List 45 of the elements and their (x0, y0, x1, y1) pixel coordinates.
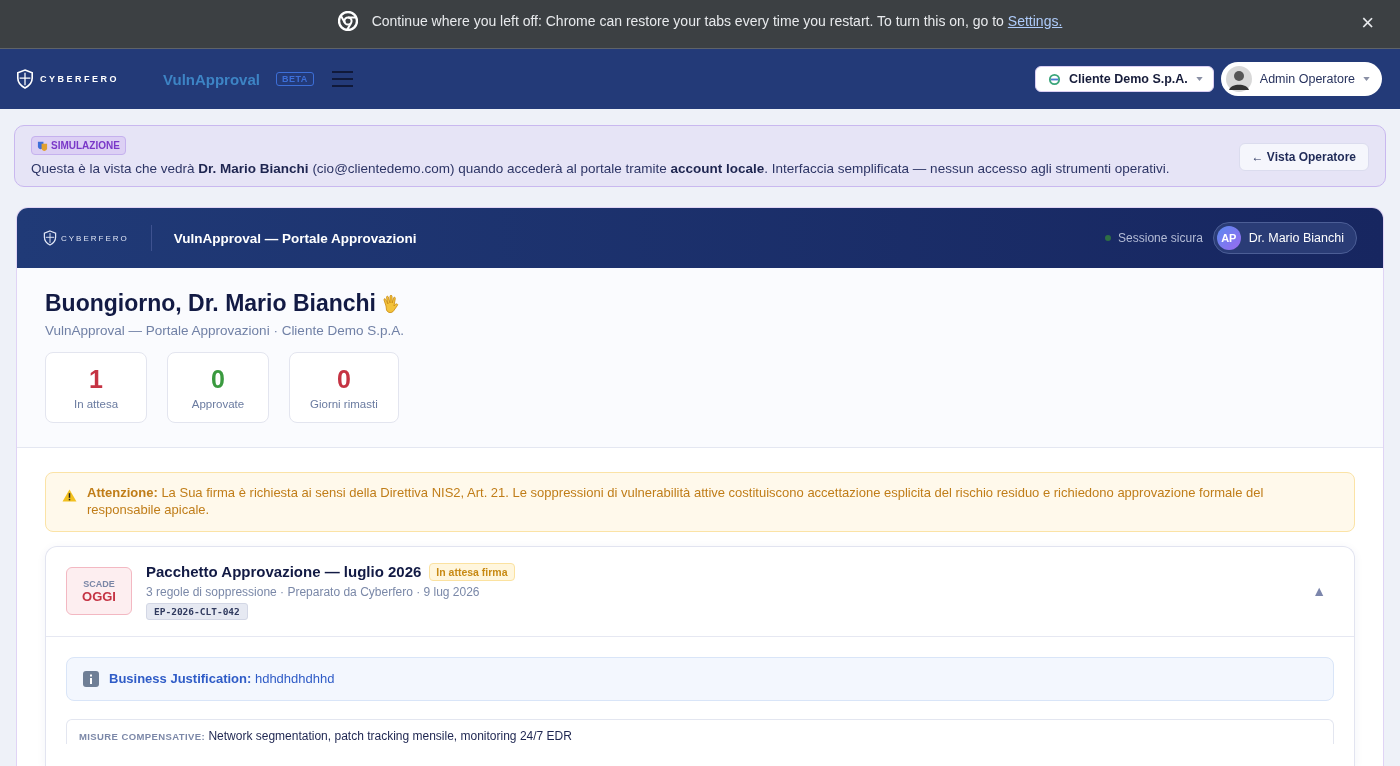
package-code: EP-2026-CLT-042 (146, 602, 248, 620)
deadline-value: OGGI (82, 588, 116, 604)
warning-icon (62, 489, 77, 502)
menu-icon[interactable] (329, 69, 355, 89)
brand-name: CYBERFERO (40, 74, 119, 84)
stat-value: 1 (89, 365, 103, 394)
measures-text: MISURE COMPENSATIVE: Network segmentation, patch tracking mensile, monitoring 24/7 EDR (79, 728, 572, 743)
app-name: VulnApproval (163, 70, 260, 88)
greeting: Buongiorno, Dr. Mario Bianchi (45, 290, 376, 317)
caret-icon (1363, 77, 1370, 81)
brand-name: CYBERFERO (61, 233, 129, 243)
status-dot-icon (1105, 235, 1112, 241)
session-status: Sessione sicura (1118, 231, 1203, 245)
infobar-message: Continue where you left off: Chrome can restore your tabs every time you restart. To turn this on, go to (371, 13, 1004, 29)
client-selector[interactable]: Cliente Demo S.p.A. (1035, 66, 1214, 92)
shield-logo-icon (16, 69, 34, 89)
package-meta: 3 regole di soppressione · Preparato da Cyberfero · 9 lug 2026 (146, 584, 480, 599)
user-pill[interactable]: AP Dr. Mario Bianchi (1212, 222, 1357, 254)
stat-value: 0 (336, 365, 351, 394)
client-logo-icon (1048, 72, 1062, 86)
info-icon (83, 670, 99, 687)
package-title: Pacchetto Approvazione — luglio 2026 (146, 563, 422, 581)
user-avatar: AP (1216, 226, 1241, 250)
stat-label: Giorni rimasti (310, 398, 378, 410)
browser-logo-icon (337, 11, 358, 31)
status-badge: In attesa firma (429, 562, 515, 581)
shield-logo-icon (43, 230, 57, 246)
avatar-icon (1225, 66, 1252, 92)
collapse-toggle[interactable]: ▲ (1306, 582, 1332, 601)
stat-label: In attesa (73, 398, 119, 410)
warning-text: Attenzione: La Sua firma è richiesta ai sensi della Direttiva NIS2, Art. 21. Le soppressioni di vulnerabilità attive costituiscono accettazione esplicita del rischio residuo e richiedono approvazione formale del responsabile apicale. (87, 485, 1265, 519)
user-menu[interactable]: Admin Operatore (1220, 62, 1382, 96)
deadline-label: SCADE (83, 578, 115, 589)
close-button[interactable]: × (1355, 9, 1380, 37)
simulation-badge: SIMULAZIONE (31, 136, 126, 155)
operator-view-button[interactable]: ← Vista Operatore (1238, 143, 1369, 171)
justification-text: Business Justification: hdhdhdhdhhd (109, 671, 335, 687)
settings-link[interactable]: Settings. (1007, 13, 1063, 29)
stat-value: 0 (211, 365, 225, 394)
beta-badge: BETA (275, 72, 314, 86)
greeting-subtitle: VulnApproval — Portale Approvazioni · Cliente Demo S.p.A. (45, 323, 405, 338)
stat-label: Approvate (191, 398, 245, 410)
portal-title: VulnApproval — Portale Approvazioni (173, 230, 417, 246)
caret-icon (1195, 77, 1203, 81)
simulation-notice: Questa è la vista che vedrà Dr. Mario Bianchi (cio@clientedemo.com) quando accederà al portale tramite account locale. Interfaccia semplificata — nessun accesso agli strumenti operativi. (31, 161, 1170, 176)
